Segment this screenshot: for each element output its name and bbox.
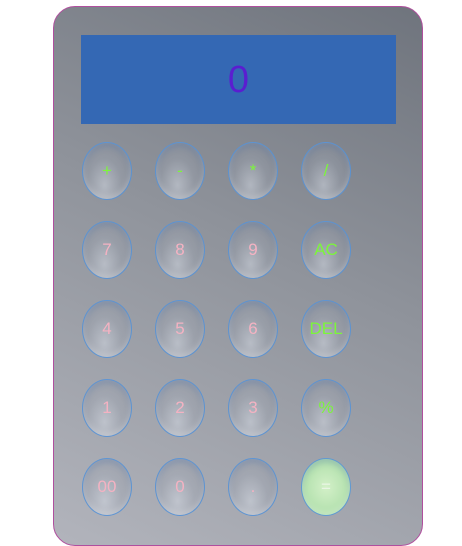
- display-screen: 0: [81, 35, 396, 124]
- multiply-button[interactable]: *: [228, 142, 278, 200]
- double-zero-button[interactable]: 00: [82, 458, 132, 516]
- percent-button[interactable]: %: [301, 379, 351, 437]
- five-button[interactable]: 5: [155, 300, 205, 358]
- nine-button[interactable]: 9: [228, 221, 278, 279]
- decimal-point-button[interactable]: .: [228, 458, 278, 516]
- four-button[interactable]: 4: [82, 300, 132, 358]
- all-clear-button[interactable]: AC: [301, 221, 351, 279]
- three-button[interactable]: 3: [228, 379, 278, 437]
- seven-button[interactable]: 7: [82, 221, 132, 279]
- one-button[interactable]: 1: [82, 379, 132, 437]
- eight-button[interactable]: 8: [155, 221, 205, 279]
- divide-button[interactable]: /: [301, 142, 351, 200]
- minus-button[interactable]: -: [155, 142, 205, 200]
- delete-button[interactable]: DEL: [301, 300, 351, 358]
- equals-button[interactable]: =: [301, 458, 351, 516]
- zero-button[interactable]: 0: [155, 458, 205, 516]
- plus-button[interactable]: +: [82, 142, 132, 200]
- six-button[interactable]: 6: [228, 300, 278, 358]
- keypad: + - */7 8 9 AC 4 5 6 DEL 1 2 3% 00 0. =: [82, 142, 351, 516]
- display-value: 0: [227, 58, 250, 101]
- two-button[interactable]: 2: [155, 379, 205, 437]
- calculator-body: 0 + - */7 8 9 AC 4 5 6 DEL 1 2 3% 00 0. =: [53, 6, 423, 546]
